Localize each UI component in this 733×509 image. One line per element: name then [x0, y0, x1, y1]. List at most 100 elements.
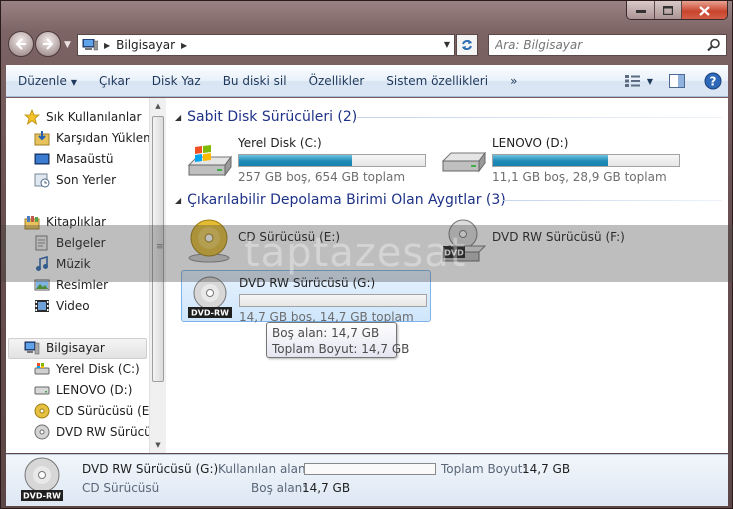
hard-drive-icon	[441, 151, 486, 173]
desktop-icon	[34, 151, 50, 167]
videos-icon	[34, 298, 50, 314]
details-usage-bar	[304, 463, 436, 475]
nav-item-recent[interactable]: Son Yerler	[34, 170, 116, 190]
erase-disc-button[interactable]: Bu diski sil	[212, 74, 298, 88]
drive-tile-c[interactable]: Yerel Disk (C:) 257 GB boş, 654 GB topla…	[181, 131, 431, 184]
nav-item-dvd-drive[interactable]: DVD RW Sürücüs	[34, 422, 149, 442]
drive-usage-fill	[239, 155, 353, 166]
nav-label: Video	[56, 299, 90, 313]
nav-label: CD Sürücüsü (E:)	[56, 404, 149, 418]
details-drive-name: DVD RW Sürücüsü (G:)	[82, 462, 219, 476]
forward-button[interactable]	[35, 31, 61, 57]
nav-label: Karşıdan Yüklem	[56, 131, 149, 145]
nav-item-desktop[interactable]: Masaüstü	[34, 149, 113, 169]
maximize-button[interactable]	[654, 1, 681, 19]
group-header-hard-disks[interactable]: ◢ Sabit Disk Sürücüleri (2)	[175, 107, 357, 127]
properties-button[interactable]: Özellikler	[298, 74, 376, 88]
details-free-label: Boş alan:	[251, 481, 307, 495]
details-used-label: Kullanılan alan:	[218, 462, 310, 476]
drive-usage-bar	[492, 154, 680, 167]
search-icon[interactable]	[707, 38, 721, 52]
window-controls	[626, 1, 728, 20]
hard-drive-windows-icon	[34, 361, 50, 377]
group-title: Çıkarılabilir Depolama Birimi Olan Aygıt…	[187, 192, 506, 208]
group-title: Sabit Disk Sürücüleri (2)	[187, 109, 358, 125]
arrow-right-icon	[43, 38, 54, 50]
system-properties-button[interactable]: Sistem özellikleri	[375, 74, 499, 88]
nav-item-cd-drive[interactable]: CD Sürücüsü (E:)	[34, 401, 149, 421]
nav-label: LENOVO (D:)	[56, 383, 133, 397]
minimize-button[interactable]	[627, 1, 654, 19]
nav-item-lenovo[interactable]: LENOVO (D:)	[34, 380, 132, 400]
details-free-value: 14,7 GB	[302, 481, 351, 495]
search-input[interactable]	[495, 38, 695, 52]
drive-tooltip: Boş alan: 14,7 GB Toplam Boyut: 14,7 GB	[266, 322, 410, 358]
eject-button[interactable]: Çıkar	[88, 74, 141, 88]
nav-label: Son Yerler	[56, 173, 117, 187]
recent-pages-dropdown[interactable]: ▼	[64, 40, 71, 50]
nav-item-computer[interactable]: Bilgisayar	[24, 338, 105, 358]
drive-name: Yerel Disk (C:)	[238, 136, 322, 150]
close-button[interactable]	[681, 1, 727, 19]
nav-label: Masaüstü	[56, 152, 114, 166]
dvd-rw-badge-text: DVD-RW	[191, 309, 229, 318]
nav-label: Bilgisayar	[46, 341, 105, 355]
drive-size-text: 257 GB boş, 654 GB toplam	[238, 170, 406, 184]
search-box[interactable]	[488, 34, 727, 56]
refresh-icon	[462, 40, 472, 50]
scroll-down-icon[interactable]: ▼	[150, 437, 166, 453]
navigation-row: ▼ ▶ Bilgisayar ▶ ▼	[1, 29, 733, 61]
nav-item-downloads[interactable]: Karşıdan Yüklem	[34, 128, 149, 148]
arrow-left-icon	[15, 38, 26, 50]
drive-size-text: 11,1 GB boş, 28,9 GB toplam	[492, 170, 667, 184]
nav-label: Yerel Disk (C:)	[56, 362, 140, 376]
back-button[interactable]	[8, 31, 34, 57]
details-drive-type: CD Sürücüsü	[82, 481, 160, 495]
details-total-value: 14,7 GB	[522, 462, 571, 476]
recent-places-icon	[34, 172, 50, 188]
burn-disc-button[interactable]: Disk Yaz	[141, 74, 212, 88]
help-button[interactable]: ?	[698, 66, 728, 96]
drive-name: LENOVO (D:)	[492, 136, 569, 150]
nav-item-local-disk[interactable]: Yerel Disk (C:)	[34, 359, 140, 379]
collapse-triangle-icon[interactable]: ◢	[175, 113, 181, 122]
more-commands-button[interactable]: »	[499, 74, 528, 88]
scroll-up-icon[interactable]: ▲	[150, 98, 166, 114]
chevron-down-icon[interactable]: ▼	[647, 77, 653, 86]
drive-usage-fill	[493, 155, 609, 166]
tooltip-total-size: Toplam Boyut: 14,7 GB	[272, 342, 410, 356]
organize-label: Düzenle	[18, 74, 67, 88]
preview-pane-button[interactable]	[662, 66, 692, 96]
watermark-text: taptazesat	[244, 230, 467, 276]
refresh-button[interactable]	[456, 34, 478, 56]
drive-tile-d[interactable]: LENOVO (D:) 11,1 GB boş, 28,9 GB toplam	[435, 131, 685, 184]
group-divider	[357, 117, 722, 118]
preview-pane-icon	[669, 74, 685, 88]
breadcrumb-computer[interactable]: Bilgisayar	[116, 38, 175, 52]
dvd-drive-icon	[34, 424, 50, 440]
address-dropdown-icon[interactable]: ▼	[444, 40, 450, 49]
nav-label: Sık Kullanılanlar	[46, 110, 142, 124]
dvd-rw-badge-text: DVD-RW	[23, 492, 61, 501]
close-icon	[699, 5, 710, 16]
details-pane: DVD-RW DVD RW Sürücüsü (G:) CD Sürücüsü …	[6, 454, 728, 506]
help-icon: ?	[704, 72, 722, 90]
drive-usage-bar	[239, 294, 427, 307]
tooltip-free-space: Boş alan: 14,7 GB	[272, 326, 380, 340]
address-bar[interactable]: ▶ Bilgisayar ▶ ▼	[77, 34, 455, 56]
cd-drive-icon	[34, 403, 50, 419]
view-icon	[624, 75, 640, 87]
group-header-removable[interactable]: ◢ Çıkarılabilir Depolama Birimi Olan Ayg…	[175, 190, 506, 210]
hard-drive-windows-icon	[187, 145, 232, 177]
nav-item-favorites[interactable]: Sık Kullanılanlar	[24, 107, 141, 127]
window-frame: ▼ ▶ Bilgisayar ▶ ▼ Ara: Bilgisayar Düzen…	[0, 0, 733, 509]
collapse-triangle-icon[interactable]: ◢	[175, 196, 181, 205]
nav-label: DVD RW Sürücüs	[56, 425, 149, 439]
breadcrumb-separator-icon[interactable]: ▶	[181, 41, 187, 50]
organize-button[interactable]: Düzenle ▼	[6, 74, 88, 88]
dvd-rw-disc-icon: DVD-RW	[21, 457, 63, 501]
nav-item-videos[interactable]: Video	[34, 296, 90, 316]
change-view-button[interactable]: ▼	[620, 66, 658, 96]
computer-icon	[24, 340, 40, 356]
breadcrumb-separator-icon[interactable]: ▶	[104, 41, 110, 50]
